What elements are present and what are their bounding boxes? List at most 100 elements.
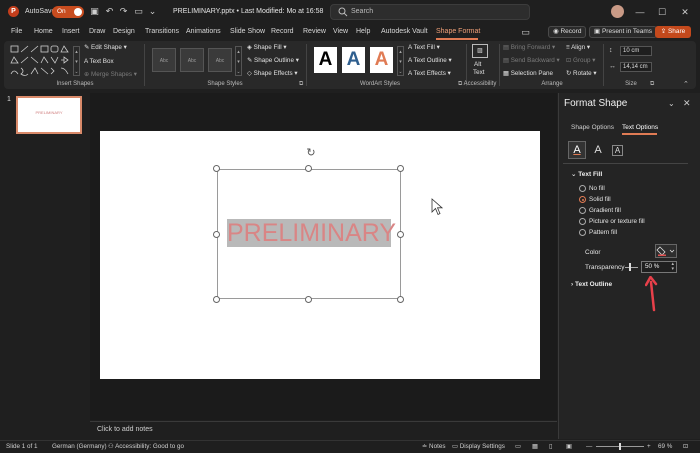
radio-picture-fill-label[interactable]: Picture or texture fill <box>589 218 645 225</box>
notes-pane[interactable] <box>90 421 557 439</box>
shape-outline-button[interactable]: ✎ Shape Outline ▾ <box>247 57 299 64</box>
resize-handle-bottom-right[interactable] <box>397 296 404 303</box>
radio-solid-fill-label[interactable]: Solid fill <box>589 196 611 203</box>
tab-file[interactable]: File <box>11 28 22 35</box>
rotate-button[interactable]: ↻ Rotate ▾ <box>566 70 597 77</box>
merge-shapes-button[interactable]: ⊕ Merge Shapes ▾ <box>84 71 137 78</box>
resize-handle-top-left[interactable] <box>213 165 220 172</box>
group-button[interactable]: ⊡ Group ▾ <box>566 57 595 64</box>
radio-no-fill-label[interactable]: No fill <box>589 185 605 192</box>
document-title[interactable]: PRELIMINARY.pptx • Last Modified: Mo at … <box>173 8 323 15</box>
resize-handle-bottom[interactable] <box>305 296 312 303</box>
wordart-scroll[interactable]: ▴ ▾ ⌄ <box>397 46 404 76</box>
comments-icon[interactable]: ▭ <box>520 27 531 38</box>
resize-handle-top-right[interactable] <box>397 165 404 172</box>
radio-gradient-fill-label[interactable]: Gradient fill <box>589 207 621 214</box>
alt-text-label-2[interactable]: Text <box>473 69 485 76</box>
reading-view-icon[interactable]: ▯ <box>549 443 552 450</box>
radio-solid-fill[interactable] <box>579 196 586 203</box>
send-backward-button[interactable]: ▤ Send Backward ▾ <box>503 57 560 64</box>
transparency-slider[interactable] <box>625 267 638 268</box>
present-in-teams-button[interactable]: ▣ Present in Teams <box>589 26 658 38</box>
radio-no-fill[interactable] <box>579 185 586 192</box>
text-effects-button[interactable]: A Text Effects ▾ <box>408 70 451 77</box>
tab-home[interactable]: Home <box>34 28 53 35</box>
shape-styles-launcher-icon[interactable]: ⧉ <box>299 81 303 88</box>
pane-options-chevron-icon[interactable]: ⌄ <box>668 99 675 108</box>
align-button[interactable]: ≡ Align ▾ <box>566 44 590 51</box>
autosave-toggle[interactable]: On <box>52 6 84 18</box>
resize-handle-top[interactable] <box>305 165 312 172</box>
tab-draw[interactable]: Draw <box>89 28 105 35</box>
close-window-icon[interactable]: ✕ <box>678 5 692 19</box>
selection-pane-button[interactable]: ▦ Selection Pane <box>503 70 553 77</box>
zoom-slider-thumb[interactable] <box>619 443 621 450</box>
start-slideshow-icon[interactable]: ▭ <box>133 6 144 17</box>
slide-sorter-icon[interactable]: ▦ <box>532 443 538 450</box>
rotate-handle-icon[interactable]: ↻ <box>305 147 317 159</box>
slide-count[interactable]: Slide 1 of 1 <box>6 443 38 450</box>
undo-icon[interactable]: ↶ <box>104 6 115 17</box>
radio-gradient-fill[interactable] <box>579 207 586 214</box>
redo-icon[interactable]: ↷ <box>118 6 129 17</box>
tab-autodesk-vault[interactable]: Autodesk Vault <box>381 28 428 35</box>
shape-styles-scroll[interactable]: ▴ ▾ ⌄ <box>235 46 242 76</box>
resize-handle-bottom-left[interactable] <box>213 296 220 303</box>
language[interactable]: German (Germany) <box>52 443 107 450</box>
zoom-in-icon[interactable]: + <box>647 443 651 450</box>
radio-pattern-fill[interactable] <box>579 229 586 236</box>
slideshow-view-icon[interactable]: ▣ <box>566 443 572 450</box>
size-launcher-icon[interactable]: ⧉ <box>650 81 654 88</box>
normal-view-icon[interactable]: ▭ <box>515 443 521 450</box>
notes-placeholder[interactable]: Click to add notes <box>97 426 153 433</box>
textbox-layout-icon[interactable]: A <box>612 145 623 156</box>
tab-shape-format[interactable]: Shape Format <box>436 28 480 35</box>
tab-help[interactable]: Help <box>356 28 370 35</box>
tab-insert[interactable]: Insert <box>62 28 80 35</box>
bring-forward-button[interactable]: ▤ Bring Forward ▾ <box>503 44 555 51</box>
tab-review[interactable]: Review <box>303 28 326 35</box>
notes-toggle[interactable]: ≐ Notes <box>422 443 445 450</box>
zoom-level[interactable]: 69 % <box>658 443 672 450</box>
text-box-button[interactable]: A Text Box <box>84 58 114 65</box>
text-outline-button[interactable]: A Text Outline ▾ <box>408 57 452 64</box>
minimize-icon[interactable]: — <box>633 5 647 19</box>
shape-style-thumb-3[interactable]: Abc <box>208 48 232 72</box>
share-button[interactable]: ⇪ Share <box>655 26 691 38</box>
height-input[interactable]: 10 cm <box>620 46 652 56</box>
width-input[interactable]: 14,14 cm <box>620 62 652 72</box>
slide-thumbnail[interactable] <box>16 96 82 134</box>
tab-shape-options[interactable]: Shape Options <box>571 124 614 131</box>
fit-to-window-icon[interactable]: ⊡ <box>683 443 688 450</box>
shape-style-thumb-1[interactable]: Abc <box>152 48 176 72</box>
pane-close-icon[interactable]: ✕ <box>683 98 691 109</box>
text-fill-section-header[interactable]: ⌄ Text Fill <box>571 170 602 178</box>
tab-transitions[interactable]: Transitions <box>145 28 179 35</box>
shape-effects-button[interactable]: ◇ Shape Effects ▾ <box>247 70 298 77</box>
wordart-style-2[interactable]: A <box>342 47 365 73</box>
edit-shape-button[interactable]: ✎ Edit Shape ▾ <box>84 44 127 51</box>
customize-toolbar-icon[interactable]: ⌄ <box>147 6 158 17</box>
tab-slide-show[interactable]: Slide Show <box>230 28 265 35</box>
display-settings[interactable]: ▭ Display Settings <box>452 443 505 450</box>
zoom-out-icon[interactable]: — <box>586 443 592 450</box>
shape-style-thumb-2[interactable]: Abc <box>180 48 204 72</box>
tab-text-options[interactable]: Text Options <box>622 124 658 131</box>
tab-animations[interactable]: Animations <box>186 28 221 35</box>
transparency-input[interactable]: 50 % ▴ ▾ <box>641 261 677 273</box>
wordart-style-1[interactable]: A <box>314 47 337 73</box>
alt-text-icon[interactable]: ▨ <box>472 44 488 58</box>
collapse-ribbon-icon[interactable]: ⌃ <box>683 80 689 88</box>
accessibility-status[interactable]: ⚇ Accessibility: Good to go <box>108 443 184 450</box>
slide-text[interactable]: PRELIMINARY <box>227 219 396 247</box>
shape-fill-button[interactable]: ◈ Shape Fill ▾ <box>247 44 287 51</box>
transparency-slider-thumb[interactable] <box>629 263 631 271</box>
alt-text-label-1[interactable]: Alt <box>474 61 481 68</box>
shapes-gallery[interactable] <box>10 45 72 77</box>
tab-record[interactable]: Record <box>271 28 294 35</box>
save-icon[interactable]: ▣ <box>89 6 100 17</box>
record-button[interactable]: ◉ Record <box>548 26 587 38</box>
tab-design[interactable]: Design <box>113 28 135 35</box>
shapes-gallery-scroll[interactable]: ▴ ▾ ⌄ <box>73 46 80 76</box>
text-outline-section-header[interactable]: › Text Outline <box>571 281 612 288</box>
